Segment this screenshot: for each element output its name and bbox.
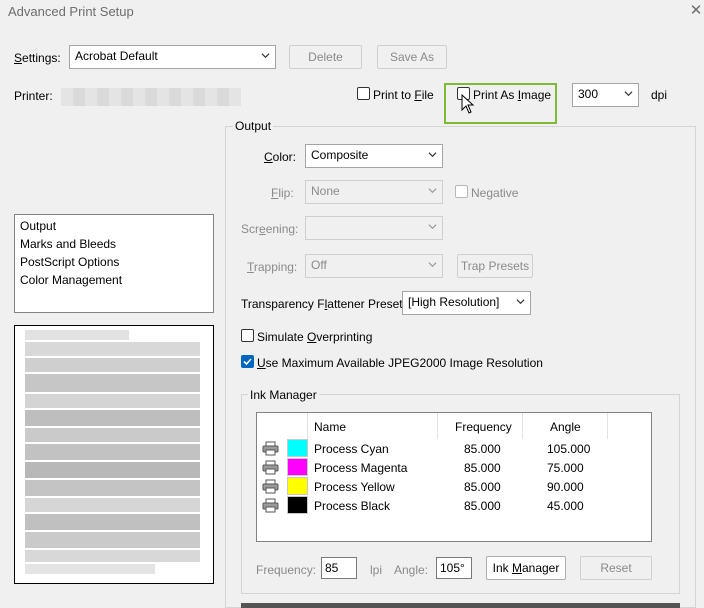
settings-dropdown[interactable]: Acrobat Default bbox=[69, 45, 276, 69]
jpeg2000-label: Use Maximum Available JPEG2000 Image Res… bbox=[257, 356, 543, 370]
screening-dropdown[interactable] bbox=[305, 216, 443, 240]
ink-swatch bbox=[287, 439, 308, 457]
table-row[interactable]: Process Cyan 85.000 105.000 bbox=[257, 439, 651, 458]
ink-frequency: 85.000 bbox=[464, 480, 501, 494]
ink-swatch bbox=[287, 458, 308, 476]
dpi-value: 300 bbox=[578, 87, 599, 101]
ink-angle: 75.000 bbox=[547, 461, 584, 475]
ink-frequency: 85.000 bbox=[464, 499, 501, 513]
scroll-edge bbox=[241, 603, 680, 608]
preview-thumbnail bbox=[25, 330, 200, 574]
trapping-label: Trapping: bbox=[247, 260, 298, 274]
table-row[interactable]: Process Yellow 85.000 90.000 bbox=[257, 477, 651, 496]
chevron-down-icon bbox=[428, 188, 437, 194]
print-to-file-label: Print to File bbox=[373, 88, 434, 102]
dpi-dropdown[interactable]: 300 bbox=[572, 83, 639, 107]
negative-label: Negative bbox=[471, 186, 519, 200]
angle-label: Angle: bbox=[394, 563, 429, 577]
checkmark-icon bbox=[243, 358, 252, 366]
trapping-value: Off bbox=[311, 258, 327, 272]
color-label: Color: bbox=[264, 150, 297, 164]
ink-angle: 105.000 bbox=[547, 442, 591, 456]
window-title: Advanced Print Setup bbox=[8, 4, 134, 19]
chevron-down-icon bbox=[428, 262, 437, 268]
ink-angle: 90.000 bbox=[547, 480, 584, 494]
ink-manager-button[interactable]: Ink Manager bbox=[486, 556, 566, 580]
close-icon[interactable]: ✕ bbox=[689, 1, 703, 19]
category-list: Output Marks and Bleeds PostScript Optio… bbox=[14, 214, 214, 313]
lpi-label: lpi bbox=[370, 563, 383, 577]
dpi-unit-label: dpi bbox=[651, 88, 668, 102]
settings-value: Acrobat Default bbox=[75, 49, 158, 63]
flattener-value: [High Resolution] bbox=[408, 295, 500, 309]
flip-dropdown[interactable]: None bbox=[305, 180, 443, 204]
ink-swatch bbox=[287, 496, 308, 514]
flattener-dropdown[interactable]: [High Resolution] bbox=[402, 291, 531, 315]
chevron-down-icon bbox=[428, 152, 437, 158]
printer-icon bbox=[262, 479, 279, 494]
column-header-frequency[interactable]: Frequency bbox=[455, 420, 512, 434]
chevron-down-icon bbox=[428, 224, 437, 230]
category-item-marks-and-bleeds[interactable]: Marks and Bleeds bbox=[20, 237, 116, 251]
simulate-overprinting-checkbox[interactable] bbox=[241, 329, 254, 342]
chevron-down-icon bbox=[261, 53, 270, 59]
ink-swatch bbox=[287, 477, 308, 495]
category-item-postscript-options[interactable]: PostScript Options bbox=[20, 255, 119, 269]
ink-name: Process Black bbox=[314, 499, 391, 513]
chevron-down-icon bbox=[624, 91, 633, 97]
category-item-color-management[interactable]: Color Management bbox=[20, 273, 122, 287]
ink-frequency: 85.000 bbox=[464, 461, 501, 475]
trapping-dropdown[interactable]: Off bbox=[305, 254, 443, 278]
settings-label: Settings: bbox=[14, 51, 61, 65]
ink-frequency: 85.000 bbox=[464, 442, 501, 456]
trap-presets-button[interactable]: Trap Presets bbox=[457, 254, 533, 278]
printer-icon bbox=[262, 441, 279, 456]
ink-name: Process Cyan bbox=[314, 442, 389, 456]
save-as-button[interactable]: Save As bbox=[377, 45, 447, 69]
printer-icon bbox=[262, 460, 279, 475]
frequency-input[interactable]: 85 bbox=[321, 557, 357, 579]
mouse-cursor-icon bbox=[461, 94, 475, 114]
delete-button[interactable]: Delete bbox=[289, 45, 362, 69]
printer-icon bbox=[262, 498, 279, 513]
ink-angle: 45.000 bbox=[547, 499, 584, 513]
negative-checkbox[interactable] bbox=[455, 185, 468, 198]
frequency-label: Frequency: bbox=[256, 563, 317, 577]
flip-label: Flip: bbox=[271, 186, 294, 200]
table-row[interactable]: Process Black 85.000 45.000 bbox=[257, 496, 651, 515]
page-preview bbox=[14, 325, 214, 584]
column-header-angle[interactable]: Angle bbox=[550, 420, 581, 434]
flip-value: None bbox=[311, 184, 340, 198]
color-dropdown[interactable]: Composite bbox=[305, 144, 443, 168]
print-to-file-checkbox[interactable] bbox=[357, 87, 370, 100]
chevron-down-icon bbox=[516, 299, 525, 305]
column-header-name[interactable]: Name bbox=[314, 420, 346, 434]
printer-name-redacted bbox=[61, 88, 241, 106]
screening-label: Screening: bbox=[241, 222, 299, 236]
ink-name: Process Magenta bbox=[314, 461, 408, 475]
printer-label: Printer: bbox=[14, 89, 53, 103]
table-row[interactable]: Process Magenta 85.000 75.000 bbox=[257, 458, 651, 477]
reset-button[interactable]: Reset bbox=[580, 556, 652, 580]
ink-name: Process Yellow bbox=[314, 480, 395, 494]
color-value: Composite bbox=[311, 148, 369, 162]
ink-table: Name Frequency Angle Process Cyan 85.000 1… bbox=[256, 412, 652, 542]
category-item-output[interactable]: Output bbox=[20, 219, 56, 233]
jpeg2000-checkbox[interactable] bbox=[241, 355, 254, 368]
angle-input[interactable]: 105° bbox=[436, 557, 472, 579]
print-as-image-label: Print As Image bbox=[473, 88, 552, 102]
output-group-label: Output bbox=[233, 119, 274, 133]
flattener-label: Transparency Flattener Preset: bbox=[241, 297, 406, 311]
simulate-overprinting-label: Simulate Overprinting bbox=[257, 330, 373, 344]
ink-manager-group-label: Ink Manager bbox=[248, 388, 319, 402]
